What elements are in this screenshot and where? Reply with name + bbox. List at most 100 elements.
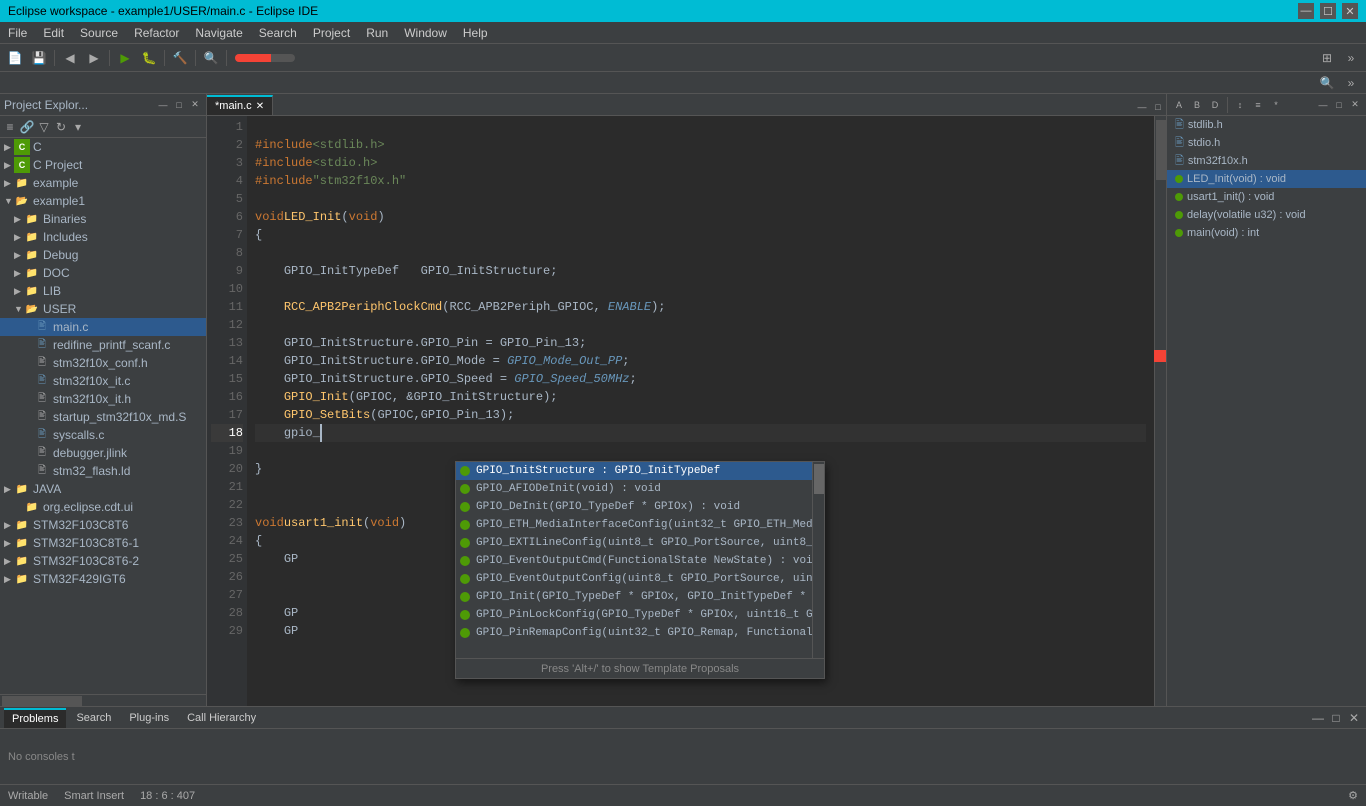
menu-run[interactable]: Run (358, 24, 396, 42)
menu-navigate[interactable]: Navigate (187, 24, 250, 42)
outline-minimize[interactable]: — (1316, 98, 1330, 112)
close-button[interactable]: ✕ (1342, 3, 1358, 19)
bottom-tab-problems[interactable]: Problems (4, 708, 66, 728)
toolbar2-search[interactable]: 🔍 (1316, 72, 1338, 94)
outline-delay[interactable]: delay(volatile u32) : void (1167, 206, 1366, 224)
perspective-button[interactable]: ⊞ (1316, 47, 1338, 69)
sync-button[interactable]: ↻ (53, 119, 69, 135)
tree-includes[interactable]: ▶ 📁 Includes (0, 228, 206, 246)
ac-item-4[interactable]: GPIO_EXTILineConfig(uint8_t GPIO_PortSou… (456, 534, 812, 552)
panel-maximize[interactable]: □ (172, 98, 186, 112)
outline-btn2[interactable]: B (1189, 97, 1205, 113)
minimize-button[interactable]: — (1298, 3, 1314, 19)
editor-vscroll[interactable] (1154, 116, 1166, 706)
outline-close[interactable]: ✕ (1348, 98, 1362, 112)
outline-btn5[interactable]: ≡ (1250, 97, 1266, 113)
tree-stm1[interactable]: ▶ 📁 STM32F103C8T6 (0, 516, 206, 534)
search-button[interactable]: 🔍 (200, 47, 222, 69)
menu-file[interactable]: File (0, 24, 35, 42)
tree-lib[interactable]: ▶ 📁 LIB (0, 282, 206, 300)
panel-menu-button[interactable]: ▾ (70, 119, 86, 135)
menu-source[interactable]: Source (72, 24, 126, 42)
outline-stdio[interactable]: 🖹 stdio.h (1167, 134, 1366, 152)
tree-binaries[interactable]: ▶ 📁 Binaries (0, 210, 206, 228)
bottom-minimize[interactable]: — (1310, 710, 1326, 726)
menu-edit[interactable]: Edit (35, 24, 72, 42)
tree-jlink[interactable]: 🖹 debugger.jlink (0, 444, 206, 462)
tree-it-c[interactable]: 🖹 stm32f10x_it.c (0, 372, 206, 390)
toolbar-overflow[interactable]: » (1340, 47, 1362, 69)
tree-stm3[interactable]: ▶ 📁 STM32F103C8T6-2 (0, 552, 206, 570)
tree-c[interactable]: ▶ C C (0, 138, 206, 156)
outline-ledinit[interactable]: LED_Init(void) : void (1167, 170, 1366, 188)
tree-stm2[interactable]: ▶ 📁 STM32F103C8T6-1 (0, 534, 206, 552)
editor-minimize[interactable]: — (1134, 99, 1150, 115)
tree-example[interactable]: ▶ 📁 example (0, 174, 206, 192)
ac-item-9[interactable]: GPIO_PinRemapConfig(uint32_t GPIO_Remap,… (456, 624, 812, 642)
tree-conf-h[interactable]: 🖹 stm32f10x_conf.h (0, 354, 206, 372)
tree-redifine[interactable]: 🖹 redifine_printf_scanf.c (0, 336, 206, 354)
build-button[interactable]: 🔨 (169, 47, 191, 69)
toolbar2-overflow[interactable]: » (1340, 72, 1362, 94)
tree-mainc[interactable]: 🖹 main.c (0, 318, 206, 336)
bottom-close[interactable]: ✕ (1346, 710, 1362, 726)
panel-close[interactable]: ✕ (188, 98, 202, 112)
menu-search[interactable]: Search (251, 24, 305, 42)
outline-btn1[interactable]: A (1171, 97, 1187, 113)
ac-item-8[interactable]: GPIO_PinLockConfig(GPIO_TypeDef * GPIOx,… (456, 606, 812, 624)
bottom-tab-callhierarchy[interactable]: Call Hierarchy (179, 708, 264, 728)
tree-eclipse-cdt[interactable]: 📁 org.eclipse.cdt.ui (0, 498, 206, 516)
ac-item-0[interactable]: GPIO_InitStructure : GPIO_InitTypeDef (456, 462, 812, 480)
tree-startup[interactable]: 🖹 startup_stm32f10x_md.S (0, 408, 206, 426)
outline-btn6[interactable]: * (1268, 97, 1284, 113)
tree-ld[interactable]: 🖹 stm32_flash.ld (0, 462, 206, 480)
left-panel-hscroll[interactable] (0, 694, 206, 706)
tree-doc[interactable]: ▶ 📁 DOC (0, 264, 206, 282)
bottom-tab-plugins[interactable]: Plug-ins (121, 708, 177, 728)
tab-mainc-close[interactable]: ✕ (256, 101, 264, 112)
ac-item-5[interactable]: GPIO_EventOutputCmd(FunctionalState NewS… (456, 552, 812, 570)
save-button[interactable]: 💾 (28, 47, 50, 69)
tree-example1[interactable]: ▼ 📂 example1 (0, 192, 206, 210)
outline-maximize[interactable]: □ (1332, 98, 1346, 112)
bottom-tab-search[interactable]: Search (68, 708, 119, 728)
menu-project[interactable]: Project (305, 24, 358, 42)
ac-item-7[interactable]: GPIO_Init(GPIO_TypeDef * GPIOx, GPIO_Ini… (456, 588, 812, 606)
filter-button[interactable]: ▽ (36, 119, 52, 135)
debug-button[interactable]: 🐛 (138, 47, 160, 69)
editor-content[interactable]: 12345 678910 1112131415 1617 18 19202122… (207, 116, 1166, 706)
link-editor-button[interactable]: 🔗 (19, 119, 35, 135)
outline-usart[interactable]: usart1_init() : void (1167, 188, 1366, 206)
tree-stm4[interactable]: ▶ 📁 STM32F429IGT6 (0, 570, 206, 588)
outline-stdlib[interactable]: 🖹 stdlib.h (1167, 116, 1366, 134)
forward-button[interactable]: ▶ (83, 47, 105, 69)
tree-user[interactable]: ▼ 📂 USER (0, 300, 206, 318)
new-button[interactable]: 📄 (4, 47, 26, 69)
menu-help[interactable]: Help (455, 24, 496, 42)
ac-item-6[interactable]: GPIO_EventOutputConfig(uint8_t GPIO_Port… (456, 570, 812, 588)
maximize-button[interactable]: ☐ (1320, 3, 1336, 19)
tree-java[interactable]: ▶ 📁 JAVA (0, 480, 206, 498)
tab-mainc[interactable]: *main.c ✕ (207, 95, 273, 115)
tree-cproject[interactable]: ▶ C C Project (0, 156, 206, 174)
editor-maximize[interactable]: □ (1150, 99, 1166, 115)
ac-item-2[interactable]: GPIO_DeInit(GPIO_TypeDef * GPIOx) : void (456, 498, 812, 516)
ac-scrollbar[interactable] (812, 462, 824, 658)
menu-refactor[interactable]: Refactor (126, 24, 187, 42)
outline-main[interactable]: main(void) : int (1167, 224, 1366, 242)
ac-item-3[interactable]: GPIO_ETH_MediaInterfaceConfig(uint32_t G… (456, 516, 812, 534)
tree-it-h[interactable]: 🖹 stm32f10x_it.h (0, 390, 206, 408)
error-marker[interactable] (1154, 350, 1166, 362)
tree-syscalls[interactable]: 🖹 syscalls.c (0, 426, 206, 444)
menu-window[interactable]: Window (396, 24, 455, 42)
back-button[interactable]: ◀ (59, 47, 81, 69)
outline-btn4[interactable]: ↕ (1232, 97, 1248, 113)
outline-stm32h[interactable]: 🖹 stm32f10x.h (1167, 152, 1366, 170)
panel-minimize[interactable]: — (156, 98, 170, 112)
tree-debug[interactable]: ▶ 📁 Debug (0, 246, 206, 264)
run-button[interactable]: ▶ (114, 47, 136, 69)
ac-item-1[interactable]: GPIO_AFIODeInit(void) : void (456, 480, 812, 498)
collapse-all-button[interactable]: ≡ (2, 119, 18, 135)
bottom-maximize[interactable]: □ (1328, 710, 1344, 726)
outline-btn3[interactable]: D (1207, 97, 1223, 113)
